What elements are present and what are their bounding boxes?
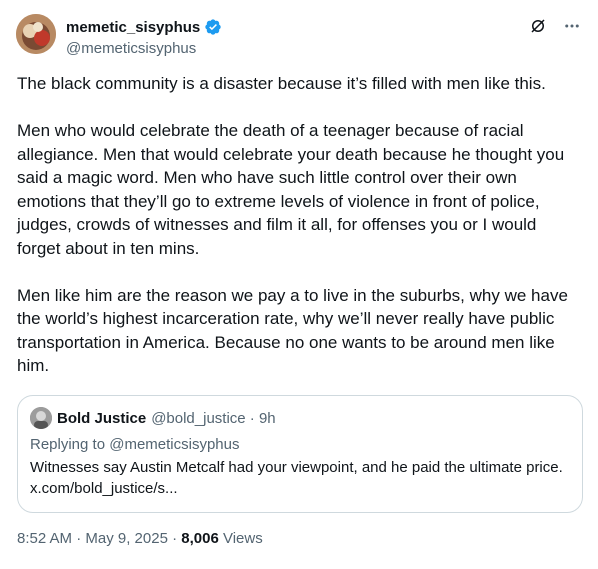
replying-to-prefix: Replying to xyxy=(30,436,110,453)
tweet-metadata: 8:52 AM · May 9, 2025 · 8,006 Views xyxy=(17,530,263,547)
author-avatar[interactable] xyxy=(16,14,56,54)
author-names: memetic_sisyphus @memeticsisyphus xyxy=(66,17,222,57)
quoted-tweet-text: Witnesses say Austin Metcalf had your vi… xyxy=(30,459,563,497)
quoted-author-name: Bold Justice xyxy=(57,409,147,427)
author-display-name[interactable]: memetic_sisyphus xyxy=(66,19,200,36)
quoted-author-avatar xyxy=(30,407,52,429)
tweet-timestamp[interactable]: 8:52 AM · May 9, 2025 · xyxy=(17,530,181,547)
views-count: 8,006 xyxy=(181,530,219,547)
tweet-paragraph: The black community is a disaster becaus… xyxy=(17,74,546,93)
tweet-body: The black community is a disaster becaus… xyxy=(17,72,583,378)
tweet-paragraph: Men who would celebrate the death of a t… xyxy=(17,121,569,258)
quoted-author-handle-time: @bold_justice · 9h xyxy=(151,409,276,427)
grok-icon[interactable] xyxy=(528,16,548,36)
tweet-header: memetic_sisyphus @memeticsisyphus xyxy=(16,14,582,58)
views-label: Views xyxy=(218,530,263,547)
tweet-top-actions xyxy=(528,16,582,36)
replying-to-mention: @memeticsisyphus xyxy=(109,436,240,453)
quoted-tweet-header: Bold Justice @bold_justice · 9h xyxy=(30,407,570,429)
verified-badge-icon xyxy=(204,18,222,36)
quoted-tweet-card[interactable]: Bold Justice @bold_justice · 9h Replying… xyxy=(17,395,583,513)
more-options-icon[interactable] xyxy=(562,16,582,36)
tweet-paragraph: Men like him are the reason we pay a to … xyxy=(17,285,573,376)
author-handle[interactable]: @memeticsisyphus xyxy=(66,40,222,57)
replying-to-line: Replying to @memeticsisyphus xyxy=(30,436,570,453)
